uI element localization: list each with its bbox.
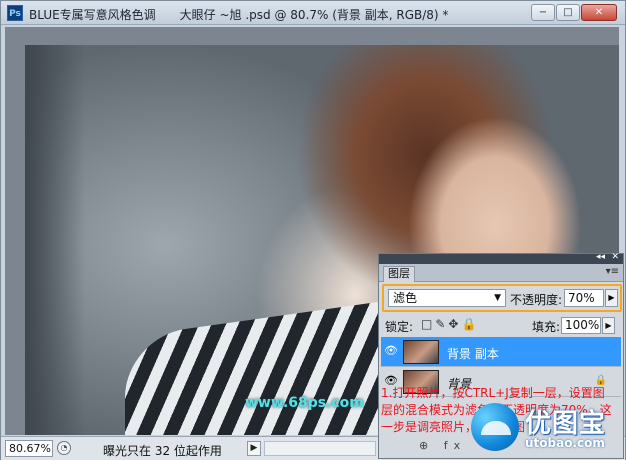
- document-title: BLUE专属写意风格色调 大眼仔 ~旭 .psd @ 80.7% (背景 副本,…: [29, 8, 449, 22]
- photoshop-window: Ps BLUE专属写意风格色调 大眼仔 ~旭 .psd @ 80.7% (背景 …: [0, 0, 626, 460]
- panel-close-icon[interactable]: ✕: [611, 252, 619, 262]
- utobao-logo: 优图宝 utobao.com: [471, 399, 621, 455]
- close-button[interactable]: ✕: [581, 4, 617, 21]
- title-bar: Ps BLUE专属写意风格色调 大眼仔 ~旭 .psd @ 80.7% (背景 …: [1, 1, 625, 25]
- opacity-input[interactable]: 70%: [564, 289, 604, 307]
- collapse-icon[interactable]: ◂◂: [596, 252, 605, 262]
- brand-url: utobao.com: [525, 436, 605, 450]
- status-menu-arrow-icon[interactable]: ▶: [247, 441, 261, 456]
- visibility-eye-icon[interactable]: 👁: [384, 345, 398, 357]
- layers-footer-icons[interactable]: ⊕ fx: [419, 439, 466, 452]
- horizontal-scrollbar[interactable]: [264, 441, 376, 456]
- fill-slider-arrow-icon[interactable]: ▶: [602, 317, 615, 334]
- panel-header-bar: ◂◂ ✕: [379, 252, 623, 264]
- layer-row-background-copy[interactable]: 👁 背景 副本: [381, 337, 621, 367]
- blend-mode-select[interactable]: 滤色 ▼: [388, 289, 506, 307]
- opacity-slider-arrow-icon[interactable]: ▶: [605, 289, 618, 307]
- status-message: 曝光只在 32 位起作用: [103, 444, 222, 458]
- chevron-down-icon: ▼: [494, 293, 501, 303]
- lock-fill-row: 锁定: □✎✥🔒 填充: 100% ▶: [385, 317, 621, 335]
- blend-opacity-row: 滤色 ▼ 不透明度: 70% ▶: [382, 284, 622, 312]
- minimize-button[interactable]: −: [531, 4, 555, 21]
- site-watermark: www.68ps.com: [245, 395, 364, 411]
- maximize-button[interactable]: □: [556, 4, 580, 21]
- blend-mode-value: 滤色: [393, 291, 418, 305]
- status-info-icon[interactable]: ◔: [57, 441, 71, 455]
- fill-input[interactable]: 100%: [561, 317, 601, 334]
- lock-label: 锁定:: [385, 320, 414, 334]
- lock-options-icons[interactable]: □✎✥🔒: [421, 317, 479, 331]
- fill-label: 填充:: [532, 320, 561, 334]
- panel-menu-icon[interactable]: ▾≡: [606, 266, 619, 277]
- tab-layers[interactable]: 图层: [383, 266, 415, 282]
- layer-name: 背景 副本: [447, 347, 499, 361]
- zoom-input[interactable]: 80.67%: [5, 440, 53, 457]
- photo-background-shadow: [25, 45, 85, 435]
- layer-thumbnail: [403, 340, 439, 364]
- photoshop-logo-icon: Ps: [7, 5, 23, 21]
- brand-name: 优图宝: [525, 409, 607, 439]
- layers-tab-strip: 图层 ▾≡: [379, 264, 623, 282]
- opacity-label: 不透明度:: [510, 293, 563, 307]
